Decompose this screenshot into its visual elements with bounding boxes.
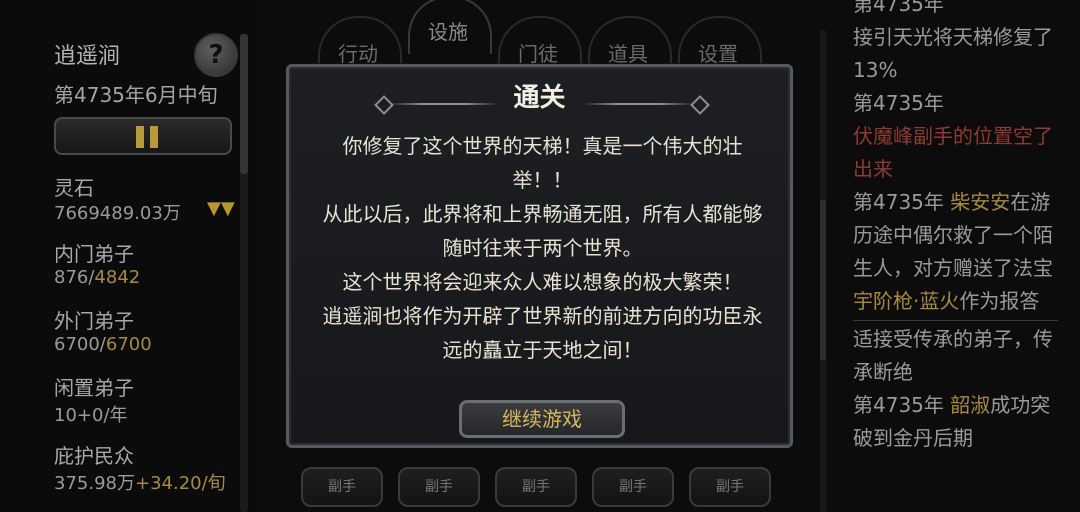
stat-label-spirit-stones: 灵石 — [54, 176, 94, 200]
deputy-slot[interactable]: 副手 — [689, 467, 771, 507]
log-entry: 第4735年 — [853, 0, 1058, 21]
deputy-slot[interactable]: 副手 — [301, 467, 383, 507]
log-entry: 第4735年 韶淑成功突破到金丹后期 — [853, 389, 1058, 455]
log-entry: 伏魔峰副手的位置空了出来 — [853, 120, 1058, 186]
event-log-panel: 第4735年 接引天光将天梯修复了13% 第4735年 伏魔峰副手的位置空了出来 第47… — [830, 0, 1080, 512]
pause-icon — [136, 126, 144, 148]
log-entry: 接引天光将天梯修复了13% — [853, 21, 1058, 87]
tab-facilities[interactable]: 设施 — [418, 8, 478, 48]
main-tab-bar: 行动 设施 门徒 道具 设置 — [290, 0, 795, 74]
event-log: 第4735年 接引天光将天梯修复了13% 第4735年 伏魔峰副手的位置空了出来 第47… — [853, 0, 1058, 455]
dialog-title: 通关 — [513, 83, 566, 113]
log-entry-text: 第4735年 — [853, 0, 944, 16]
log-entry-text: 韶淑 — [950, 393, 991, 417]
game-date: 第4735年6月中旬 — [54, 83, 218, 107]
log-entry: 第4735年 柴安安在游历途中偶尔救了一个陌生人，对方赠送了法宝宇阶枪·蓝火作为… — [853, 186, 1058, 318]
stat-value-protected-people: 375.98万+34.20/旬 — [54, 473, 226, 494]
log-scrollbar[interactable] — [820, 30, 826, 512]
deputy-slot[interactable]: 副手 — [495, 467, 577, 507]
expand-icon[interactable]: ▼▼ — [207, 198, 235, 219]
stat-value-spirit-stones: 7669489.03万 — [54, 203, 181, 224]
log-entry: 适接受传承的弟子，传承断绝 — [853, 323, 1058, 389]
deputy-slot[interactable]: 副手 — [592, 467, 674, 507]
dialog-paragraph: 这个世界将会迎来众人难以想象的极大繁荣！ — [342, 270, 743, 294]
log-entry-text: 第4735年 — [853, 190, 951, 214]
dialog-message: 你修复了这个世界的天梯！真是一个伟大的壮举！！ 从此以后，此界将和上界畅通无阻，… — [315, 129, 770, 367]
left-scrollbar[interactable] — [240, 34, 248, 512]
stat-label-inner-disciples: 内门弟子 — [54, 242, 134, 266]
log-separator — [853, 320, 1058, 321]
stat-value-idle-disciples: 10+0/年 — [54, 405, 128, 426]
dialog-paragraph: 从此以后，此界将和上界畅通无阻，所有人都能够随时往来于两个世界。 — [322, 202, 763, 260]
log-entry: 第4735年 — [853, 87, 1058, 120]
log-entry-text: 适接受传承的弟子，传承断绝 — [853, 327, 1053, 384]
log-entry-text: 伏魔峰副手的位置空了出来 — [853, 124, 1053, 181]
deputy-slot[interactable]: 副手 — [398, 467, 480, 507]
log-entry-text: 作为报答 — [959, 289, 1040, 313]
stat-value-outer-disciples: 6700/6700 — [54, 334, 152, 355]
log-entry-text: 第4735年 — [853, 91, 944, 115]
victory-dialog: 通关 你修复了这个世界的天梯！真是一个伟大的壮举！！ 从此以后，此界将和上界畅通… — [286, 64, 793, 448]
title-ornament — [583, 103, 693, 105]
log-entry-text: 宇阶枪·蓝火 — [853, 289, 960, 313]
sect-name: 逍遥涧 — [54, 44, 121, 69]
log-entry-text: 柴安安 — [950, 190, 1011, 214]
stat-label-idle-disciples: 闲置弟子 — [54, 376, 134, 400]
sect-status-panel: 逍遥涧 ? 第4735年6月中旬 灵石 7669489.03万 ▼▼ 内门弟子 … — [0, 0, 262, 512]
continue-game-button[interactable]: 继续游戏 — [459, 400, 625, 438]
log-entry-text: 接引天光将天梯修复了13% — [853, 25, 1053, 82]
stat-label-protected-people: 庇护民众 — [54, 444, 134, 468]
dialog-paragraph: 逍遥涧也将作为开辟了世界新的前进方向的功臣永远的矗立于天地之间！ — [322, 304, 763, 362]
pause-button[interactable] — [54, 117, 232, 155]
log-entry-text: 第4735年 — [853, 393, 951, 417]
stat-value-inner-disciples: 876/4842 — [54, 267, 141, 288]
dialog-paragraph: 你修复了这个世界的天梯！真是一个伟大的壮举！！ — [342, 134, 743, 192]
stat-label-outer-disciples: 外门弟子 — [54, 309, 134, 333]
help-icon[interactable]: ? — [194, 33, 238, 77]
